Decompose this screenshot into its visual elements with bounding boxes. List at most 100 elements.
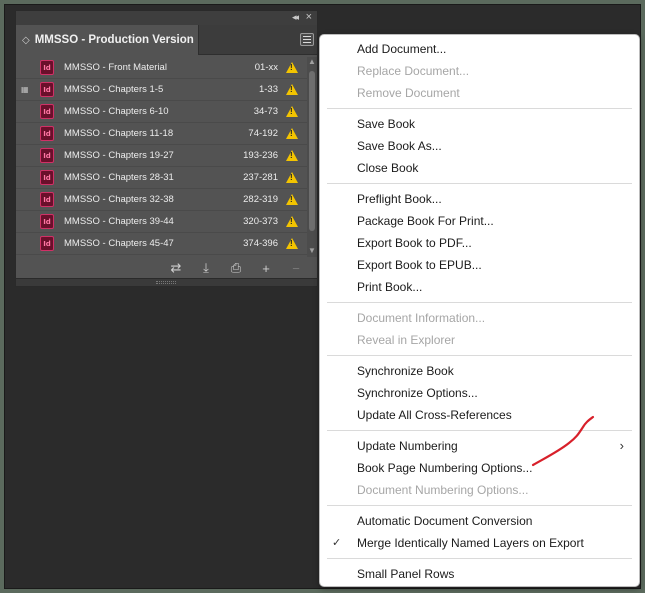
menu-item[interactable]: Save Book [320, 113, 639, 135]
page-range: 74-192 [248, 128, 278, 139]
row-status [16, 211, 40, 232]
indesign-document-icon: Id [40, 170, 54, 185]
indesign-document-icon: Id [40, 192, 54, 207]
warning-icon[interactable] [286, 172, 298, 183]
scrollbar[interactable]: ▲ ▼ [307, 57, 317, 257]
warning-icon[interactable] [286, 216, 298, 227]
menu-item[interactable]: Package Book For Print... [320, 210, 639, 232]
menu-item[interactable]: Synchronize Options... [320, 382, 639, 404]
menu-item: Remove Document [320, 82, 639, 104]
menu-item-label: Remove Document [357, 86, 460, 100]
menu-item[interactable]: Close Book [320, 157, 639, 179]
document-name: MMSSO - Chapters 39-44 [64, 216, 174, 227]
book-document-row[interactable]: Id MMSSO - Chapters 39-44 320-373 [16, 211, 308, 233]
workspace: ◂◂ × ◇ MMSSO - Production Version Id MMSS… [4, 4, 641, 589]
warning-icon[interactable] [286, 106, 298, 117]
menu-item[interactable]: Print Book... [320, 276, 639, 298]
book-document-row[interactable]: Id MMSSO - Chapters 45-47 374-396 [16, 233, 308, 255]
book-document-row[interactable]: Id MMSSO - Chapters 6-10 34-73 [16, 101, 308, 123]
synchronize-icon[interactable]: ⇄ [169, 260, 183, 276]
menu-separator [327, 108, 632, 109]
indesign-document-icon: Id [40, 126, 54, 141]
menu-item[interactable]: ✓ Merge Identically Named Layers on Expor… [320, 532, 639, 554]
warning-icon[interactable] [286, 194, 298, 205]
menu-item-label: Small Panel Rows [357, 567, 455, 581]
menu-item-label: Export Book to EPUB... [357, 258, 482, 272]
menu-item-label: Update Numbering [357, 439, 458, 453]
menu-item[interactable]: Save Book As... [320, 135, 639, 157]
page-range: 01-xx [254, 62, 278, 73]
menu-item-label: Document Information... [357, 311, 486, 325]
document-name: MMSSO - Chapters 32-38 [64, 194, 174, 205]
row-status [16, 57, 40, 78]
document-name: MMSSO - Chapters 45-47 [64, 238, 174, 249]
book-document-row[interactable]: Id MMSSO - Front Material 01-xx [16, 57, 308, 79]
print-book-icon[interactable]: ⎙ [229, 260, 243, 276]
menu-item-label: Add Document... [357, 42, 447, 56]
warning-icon[interactable] [286, 84, 298, 95]
menu-item[interactable]: Export Book to EPUB... [320, 254, 639, 276]
menu-item-label: Preflight Book... [357, 192, 442, 206]
document-name: MMSSO - Front Material [64, 62, 167, 73]
book-document-row[interactable]: Id MMSSO - Chapters 19-27 193-236 [16, 145, 308, 167]
book-document-row[interactable]: Id MMSSO - Chapters 11-18 74-192 [16, 123, 308, 145]
indesign-document-icon: Id [40, 60, 54, 75]
menu-item-label: Synchronize Book [357, 364, 454, 378]
indesign-document-icon: Id [40, 82, 54, 97]
menu-item[interactable]: Automatic Document Conversion [320, 510, 639, 532]
menu-separator [327, 302, 632, 303]
row-status [16, 101, 40, 122]
add-document-icon[interactable]: + [259, 261, 273, 276]
menu-item-label: Synchronize Options... [357, 386, 478, 400]
scroll-up-icon[interactable]: ▲ [308, 57, 316, 66]
menu-item-label: Update All Cross-References [357, 408, 512, 422]
menu-item[interactable]: Add Document... [320, 38, 639, 60]
page-range: 320-373 [243, 216, 278, 227]
row-status [16, 189, 40, 210]
panel-menu-icon[interactable] [300, 33, 314, 46]
scroll-down-icon[interactable]: ▼ [308, 246, 316, 255]
book-document-row[interactable]: Id MMSSO - Chapters 28-31 237-281 [16, 167, 308, 189]
document-name: MMSSO - Chapters 1-5 [64, 84, 164, 95]
document-name: MMSSO - Chapters 28-31 [64, 172, 174, 183]
scroll-thumb[interactable] [309, 71, 315, 231]
menu-item-label: Close Book [357, 161, 419, 175]
page-range: 1-33 [258, 84, 278, 95]
document-name: MMSSO - Chapters 19-27 [64, 150, 174, 161]
menu-item-label: Automatic Document Conversion [357, 514, 533, 528]
menu-item-label: Export Book to PDF... [357, 236, 472, 250]
page-range: 282-319 [243, 194, 278, 205]
menu-item[interactable]: Preflight Book... [320, 188, 639, 210]
warning-icon[interactable] [286, 150, 298, 161]
document-name: MMSSO - Chapters 11-18 [64, 128, 174, 139]
warning-icon[interactable] [286, 238, 298, 249]
remove-document-icon[interactable]: − [289, 261, 303, 276]
warning-icon[interactable] [286, 62, 298, 73]
style-source-icon[interactable]: ▦ [21, 85, 29, 94]
page-range: 374-396 [243, 238, 278, 249]
menu-item: Document Information... [320, 307, 639, 329]
menu-item-label: Document Numbering Options... [357, 483, 529, 497]
book-panel: ◂◂ × ◇ MMSSO - Production Version Id MMSS… [15, 10, 318, 287]
menu-item[interactable]: Synchronize Book [320, 360, 639, 382]
menu-item[interactable]: Export Book to PDF... [320, 232, 639, 254]
resize-grip[interactable] [16, 278, 317, 286]
close-icon[interactable]: × [306, 11, 312, 23]
menu-item-label: Book Page Numbering Options... [357, 461, 533, 475]
book-title: MMSSO - Production Version [34, 34, 194, 46]
menu-separator [327, 355, 632, 356]
book-document-row[interactable]: Id MMSSO - Chapters 32-38 282-319 [16, 189, 308, 211]
menu-item[interactable]: Small Panel Rows [320, 563, 639, 585]
menu-item-label: Package Book For Print... [357, 214, 494, 228]
row-status [16, 123, 40, 144]
indesign-document-icon: Id [40, 148, 54, 163]
save-book-icon[interactable]: ⤓ [199, 260, 213, 276]
book-tab[interactable]: ◇ MMSSO - Production Version [16, 25, 199, 55]
row-status [16, 145, 40, 166]
collapse-icon[interactable]: ◂◂ [292, 12, 299, 23]
row-status [16, 167, 40, 188]
book-document-row[interactable]: ▦ Id MMSSO - Chapters 1-5 1-33 [16, 79, 308, 101]
menu-item-label: Merge Identically Named Layers on Export [357, 536, 584, 550]
warning-icon[interactable] [286, 128, 298, 139]
menu-item-label: Replace Document... [357, 64, 470, 78]
